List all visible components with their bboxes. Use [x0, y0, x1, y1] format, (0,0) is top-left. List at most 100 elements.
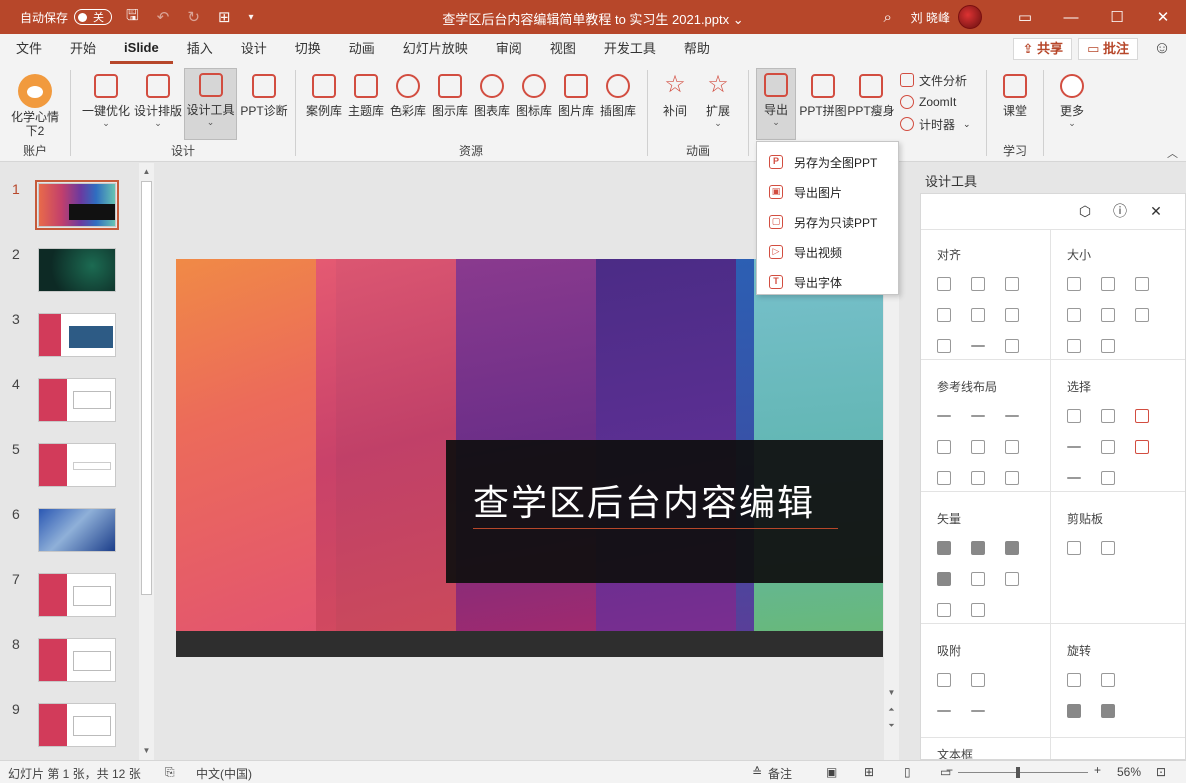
zoomit-button[interactable]: ZoomIt [900, 92, 956, 112]
language-indicator[interactable]: 中文(中国) [196, 765, 252, 782]
tab-file[interactable]: 文件 [2, 34, 56, 64]
slide-title-box[interactable]: 查学区后台内容编辑 [446, 440, 883, 583]
tab-animations[interactable]: 动画 [335, 34, 389, 64]
thumbnail-item[interactable]: 4 [0, 376, 140, 436]
select-cursor-icon[interactable] [1135, 440, 1149, 454]
rotate-right-icon[interactable] [1101, 673, 1115, 687]
thumbnail-item[interactable]: 5 [0, 441, 140, 501]
customize-qat-icon[interactable]: ▾ [249, 12, 254, 23]
zoom-out-icon[interactable]: − [946, 763, 953, 777]
image-library-button[interactable]: 图片库 [554, 70, 598, 140]
same-width-icon[interactable] [1067, 277, 1081, 291]
current-slide[interactable]: 查学区后台内容编辑 [176, 259, 883, 657]
align-center-icon[interactable] [971, 277, 985, 291]
extend-top-icon[interactable] [1067, 339, 1081, 353]
tab-developer[interactable]: 开发工具 [590, 34, 670, 64]
slide-thumbnail[interactable] [38, 703, 116, 747]
tab-transitions[interactable]: 切换 [281, 34, 335, 64]
select-group-icon[interactable] [1101, 471, 1115, 485]
menu-item-export-images[interactable]: ▣ 导出图片 [757, 177, 898, 207]
align-left-icon[interactable] [937, 277, 951, 291]
zoom-in-icon[interactable]: + [1094, 763, 1101, 777]
scroll-down-icon[interactable]: ▼ [884, 686, 899, 700]
swap-size-icon[interactable] [1135, 308, 1149, 322]
extend-left-icon[interactable] [1067, 308, 1081, 322]
guide-height-icon[interactable] [971, 471, 985, 485]
guide-top-icon[interactable] [937, 440, 951, 454]
design-tools-button[interactable]: 设计工具 ⌄ [184, 68, 237, 140]
align-grid-icon[interactable] [1005, 339, 1019, 353]
notes-button[interactable]: 备注 [768, 765, 792, 782]
icon-library-button[interactable]: 图标库 [512, 70, 556, 140]
redo-icon[interactable]: ↻ [187, 8, 200, 26]
account-button[interactable]: 化学心情 下2 [10, 70, 60, 140]
extend-right-icon[interactable] [1101, 308, 1115, 322]
autosave-toggle[interactable]: 关 [74, 9, 113, 25]
extend-bottom-icon[interactable] [1101, 339, 1115, 353]
slide-thumbnail[interactable] [38, 378, 116, 422]
slide-thumbnail[interactable] [38, 508, 116, 552]
align-middle-icon[interactable] [971, 308, 985, 322]
zoom-slider[interactable] [958, 772, 1088, 773]
tab-help[interactable]: 帮助 [670, 34, 724, 64]
slide-title[interactable]: 查学区后台内容编辑 [473, 474, 815, 526]
tab-home[interactable]: 开始 [56, 34, 110, 64]
shape-overlap-icon[interactable] [971, 603, 985, 617]
align-bottom-icon[interactable] [1005, 308, 1019, 322]
guide-left-icon[interactable] [937, 415, 951, 417]
edit-points-icon[interactable] [1005, 572, 1019, 586]
paste-icon[interactable] [1101, 541, 1115, 555]
union-icon[interactable] [937, 541, 951, 555]
color-library-button[interactable]: 色彩库 [386, 70, 430, 140]
scrollbar-thumb[interactable] [141, 181, 152, 595]
ppt-collage-button[interactable]: PPT拼图 [799, 70, 847, 140]
extend-button[interactable]: ☆ 扩展 ⌄ [696, 70, 740, 140]
timer-button[interactable]: 计时器 ⌄ [900, 114, 971, 134]
share-button[interactable]: ⇪ 共享 [1013, 38, 1072, 60]
case-library-button[interactable]: 案例库 [302, 70, 346, 140]
select-same-fill-icon[interactable] [1101, 409, 1115, 423]
same-height-icon[interactable] [1101, 277, 1115, 291]
slide-thumbnail[interactable] [35, 180, 119, 230]
classroom-button[interactable]: 课堂 [993, 70, 1037, 140]
select-multiple-icon[interactable] [1135, 409, 1149, 423]
next-slide-icon[interactable]: ⏷ [884, 719, 899, 733]
tab-slideshow[interactable]: 幻灯片放映 [389, 34, 482, 64]
thumbnail-item[interactable]: 8 [0, 636, 140, 696]
snap-left-icon[interactable] [937, 673, 951, 687]
normal-view-icon[interactable]: ▣ [826, 765, 837, 779]
maximize-icon[interactable]: ☐ [1094, 8, 1140, 26]
ribbon-display-icon[interactable]: ▭ [1002, 8, 1048, 26]
chart-library-button[interactable]: 图表库 [470, 70, 514, 140]
align-right-icon[interactable] [1005, 277, 1019, 291]
slide-thumbnail[interactable] [38, 443, 116, 487]
thumbnail-item[interactable]: 9 [0, 701, 140, 761]
menu-item-save-as-readonly-ppt[interactable]: ▢ 另存为只读PPT [757, 207, 898, 237]
settings-icon[interactable]: ⬡ [1076, 202, 1094, 220]
undo-icon[interactable]: ↶ [157, 8, 170, 26]
intersect-icon[interactable] [937, 572, 951, 586]
tab-design[interactable]: 设计 [227, 34, 281, 64]
ppt-diagnose-button[interactable]: PPT诊断 [239, 70, 289, 140]
collapse-ribbon-icon[interactable]: ︿ [1167, 145, 1178, 161]
guide-middle-icon[interactable] [971, 440, 985, 454]
scroll-up-icon[interactable]: ▲ [139, 165, 154, 179]
layout-button[interactable]: 设计排版 ⌄ [133, 70, 183, 140]
tab-islide[interactable]: iSlide [110, 34, 173, 64]
distribute-horizontal-icon[interactable] [937, 339, 951, 353]
thumbnail-item[interactable]: 1 [0, 180, 140, 241]
file-analysis-button[interactable]: 文件分析 [900, 70, 967, 90]
theme-library-button[interactable]: 主题库 [344, 70, 388, 140]
same-size-icon[interactable] [1135, 277, 1149, 291]
zoom-level[interactable]: 56% [1117, 765, 1141, 779]
thumbnail-item[interactable]: 3 [0, 311, 140, 371]
avatar[interactable] [958, 5, 982, 29]
combine-icon[interactable] [971, 541, 985, 555]
close-icon[interactable]: ✕ [1147, 202, 1165, 220]
guide-bottom-icon[interactable] [1005, 440, 1019, 454]
guide-center-icon[interactable] [971, 415, 985, 417]
tab-review[interactable]: 审阅 [482, 34, 536, 64]
tab-view[interactable]: 视图 [536, 34, 590, 64]
help-icon[interactable]: ⓘ [1111, 202, 1129, 220]
menu-item-export-fonts[interactable]: T 导出字体 [757, 267, 898, 297]
